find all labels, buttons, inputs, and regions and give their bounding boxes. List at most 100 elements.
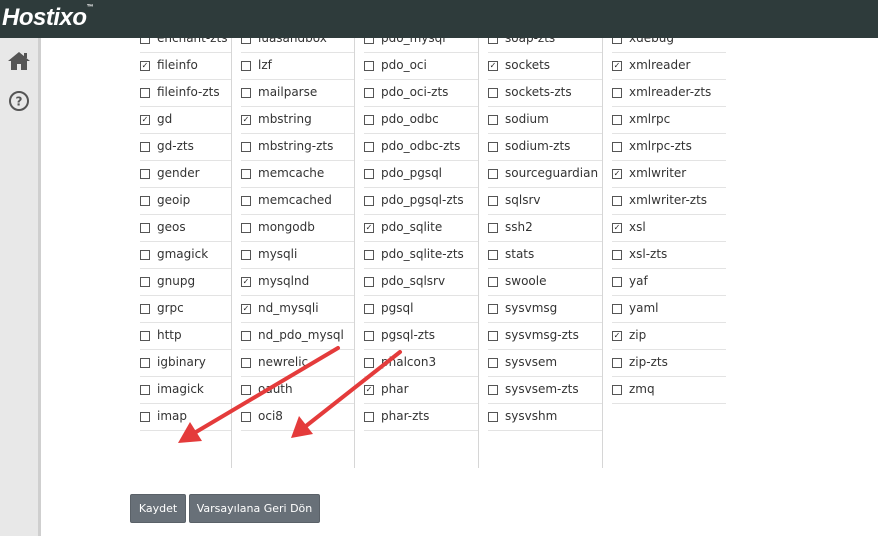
extension-option[interactable]: ✓ phar <box>364 376 478 404</box>
checkbox-unchecked[interactable] <box>612 87 622 98</box>
extension-option[interactable]: soap-zts <box>488 38 602 53</box>
extension-option[interactable]: lzf <box>241 52 354 80</box>
extension-option[interactable]: xmlreader-zts <box>612 79 726 107</box>
checkbox-unchecked[interactable] <box>488 38 498 44</box>
extension-option[interactable]: ✓ gd <box>140 106 231 134</box>
extension-option[interactable]: sysvshm <box>488 403 602 431</box>
extension-option[interactable]: luasandbox <box>241 38 354 53</box>
checkbox-unchecked[interactable] <box>364 276 374 287</box>
checkbox-unchecked[interactable] <box>364 114 374 125</box>
extension-option[interactable]: xmlwriter-zts <box>612 187 726 215</box>
checkbox-unchecked[interactable] <box>241 411 251 422</box>
checkbox-unchecked[interactable] <box>488 249 498 260</box>
extension-option[interactable]: ✓ pdo_sqlite <box>364 214 478 242</box>
checkbox-unchecked[interactable] <box>364 38 374 44</box>
checkbox-unchecked[interactable] <box>612 141 622 152</box>
home-icon[interactable] <box>6 48 32 74</box>
extension-option[interactable]: geoip <box>140 187 231 215</box>
checkbox-unchecked[interactable] <box>140 411 150 422</box>
extension-option[interactable]: zip-zts <box>612 349 726 377</box>
extension-option[interactable]: sqlsrv <box>488 187 602 215</box>
checkbox-unchecked[interactable] <box>241 330 251 341</box>
checkbox-unchecked[interactable] <box>140 384 150 395</box>
extension-option[interactable]: pdo_pgsql <box>364 160 478 188</box>
checkbox-unchecked[interactable] <box>612 195 622 206</box>
checkbox-unchecked[interactable] <box>241 222 251 233</box>
checkbox-unchecked[interactable] <box>612 303 622 314</box>
extension-option[interactable]: ✓ xmlwriter <box>612 160 726 188</box>
extension-option[interactable]: gmagick <box>140 241 231 269</box>
checkbox-unchecked[interactable] <box>364 303 374 314</box>
checkbox-unchecked[interactable] <box>140 195 150 206</box>
checkbox-unchecked[interactable] <box>241 195 251 206</box>
checkbox-unchecked[interactable] <box>241 87 251 98</box>
extension-option[interactable]: mongodb <box>241 214 354 242</box>
checkbox-unchecked[interactable] <box>140 276 150 287</box>
checkbox-unchecked[interactable] <box>364 141 374 152</box>
extension-option[interactable]: sourceguardian <box>488 160 602 188</box>
extension-option[interactable]: oci8 <box>241 403 354 431</box>
extension-option[interactable]: ✓ fileinfo <box>140 52 231 80</box>
checkbox-unchecked[interactable] <box>241 38 251 44</box>
reset-defaults-button[interactable]: Varsayılana Geri Dön <box>189 494 320 523</box>
extension-option[interactable]: ✓ xsl <box>612 214 726 242</box>
checkbox-unchecked[interactable] <box>364 195 374 206</box>
checkbox-unchecked[interactable] <box>241 141 251 152</box>
extension-option[interactable]: swoole <box>488 268 602 296</box>
checkbox-unchecked[interactable] <box>488 141 498 152</box>
extension-option[interactable]: pdo_odbc <box>364 106 478 134</box>
extension-option[interactable]: mailparse <box>241 79 354 107</box>
checkbox-checked[interactable]: ✓ <box>140 60 150 71</box>
checkbox-unchecked[interactable] <box>488 330 498 341</box>
extension-option[interactable]: sodium <box>488 106 602 134</box>
extension-option[interactable]: pgsql-zts <box>364 322 478 350</box>
extension-option[interactable]: xmlrpc-zts <box>612 133 726 161</box>
help-icon[interactable]: ? <box>6 88 32 114</box>
checkbox-unchecked[interactable] <box>241 168 251 179</box>
checkbox-unchecked[interactable] <box>488 114 498 125</box>
checkbox-unchecked[interactable] <box>364 411 374 422</box>
extension-option[interactable]: zmq <box>612 376 726 404</box>
extension-option[interactable]: ✓ sockets <box>488 52 602 80</box>
extension-option[interactable]: ssh2 <box>488 214 602 242</box>
checkbox-unchecked[interactable] <box>364 168 374 179</box>
checkbox-unchecked[interactable] <box>364 87 374 98</box>
checkbox-unchecked[interactable] <box>488 168 498 179</box>
checkbox-unchecked[interactable] <box>488 384 498 395</box>
extension-option[interactable]: pgsql <box>364 295 478 323</box>
checkbox-unchecked[interactable] <box>488 357 498 368</box>
extension-option[interactable]: pdo_mysql <box>364 38 478 53</box>
checkbox-checked[interactable]: ✓ <box>612 60 622 71</box>
checkbox-unchecked[interactable] <box>241 384 251 395</box>
extension-option[interactable]: sysvmsg-zts <box>488 322 602 350</box>
save-button[interactable]: Kaydet <box>130 494 186 523</box>
checkbox-unchecked[interactable] <box>488 87 498 98</box>
extension-option[interactable]: ✓ mbstring <box>241 106 354 134</box>
extension-option[interactable]: sodium-zts <box>488 133 602 161</box>
extension-option[interactable]: mbstring-zts <box>241 133 354 161</box>
extension-option[interactable]: sockets-zts <box>488 79 602 107</box>
checkbox-unchecked[interactable] <box>140 303 150 314</box>
extension-option[interactable]: fileinfo-zts <box>140 79 231 107</box>
checkbox-unchecked[interactable] <box>612 38 622 44</box>
extension-option[interactable]: memcache <box>241 160 354 188</box>
extension-option[interactable]: gd-zts <box>140 133 231 161</box>
extension-option[interactable]: ✓ nd_mysqli <box>241 295 354 323</box>
checkbox-unchecked[interactable] <box>364 330 374 341</box>
checkbox-unchecked[interactable] <box>488 222 498 233</box>
checkbox-unchecked[interactable] <box>612 276 622 287</box>
extension-option[interactable]: xsl-zts <box>612 241 726 269</box>
checkbox-unchecked[interactable] <box>241 357 251 368</box>
extension-option[interactable]: gender <box>140 160 231 188</box>
extension-option[interactable]: geos <box>140 214 231 242</box>
checkbox-unchecked[interactable] <box>140 168 150 179</box>
checkbox-checked[interactable]: ✓ <box>488 60 498 71</box>
extension-option[interactable]: pdo_oci-zts <box>364 79 478 107</box>
checkbox-unchecked[interactable] <box>488 303 498 314</box>
extension-option[interactable]: stats <box>488 241 602 269</box>
checkbox-unchecked[interactable] <box>140 38 150 44</box>
checkbox-unchecked[interactable] <box>140 141 150 152</box>
checkbox-checked[interactable]: ✓ <box>140 114 150 125</box>
extension-option[interactable]: phar-zts <box>364 403 478 431</box>
extension-option[interactable]: pdo_sqlsrv <box>364 268 478 296</box>
